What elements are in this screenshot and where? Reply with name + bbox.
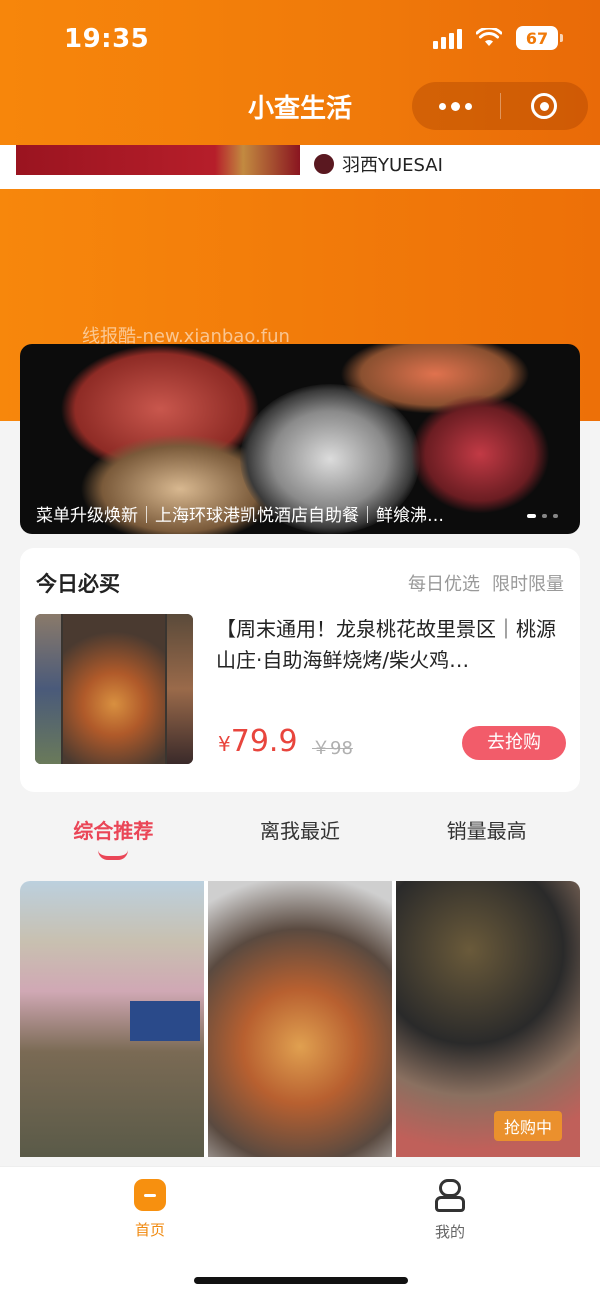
currency-symbol: ¥ <box>218 732 231 756</box>
grab-deal-button[interactable]: 去抢购 <box>462 726 566 760</box>
deal-thumbnail-part <box>167 614 193 764</box>
battery-indicator: 67 <box>516 26 563 50</box>
on-sale-badge: 抢购中 <box>493 1111 562 1141</box>
banner-caption: 菜单升级焕新｜上海环球港凯悦酒店自助餐｜鲜飨沸… <box>36 506 444 526</box>
tab-label: 销量最高 <box>446 819 527 843</box>
product-card-images[interactable]: 抢购中 <box>20 881 580 1157</box>
active-tab-indicator <box>98 850 129 860</box>
product-image-wok: 抢购中 <box>396 881 580 1157</box>
banner-image-part <box>410 394 550 514</box>
tabbar-me[interactable]: 我的 <box>390 1179 510 1242</box>
tab-label: 离我最近 <box>260 819 340 843</box>
deal-thumbnail-part <box>63 614 165 764</box>
sort-tabs: 综合推荐 离我最近 销量最高 <box>20 812 580 862</box>
product-image-garden <box>20 881 204 1157</box>
wifi-icon <box>476 28 502 46</box>
section-title: 今日必买 <box>36 572 120 596</box>
miniprogram-capsule <box>412 82 588 130</box>
today-must-buy-card[interactable]: 今日必买 每日优选 限时限量 【周末通用！龙泉桃花故里景区｜桃源山庄·自助海鲜烧… <box>20 548 580 792</box>
top-header: 19:35 67 小查生活 <box>0 0 600 145</box>
shop-name: 羽西YUESAI <box>342 155 443 176</box>
user-icon <box>434 1179 466 1213</box>
cellular-signal-icon <box>433 27 462 49</box>
carousel-dots <box>527 514 558 518</box>
original-price: ￥98 <box>312 738 353 759</box>
deal-title: 【周末通用！龙泉桃花故里景区｜桃源山庄·自助海鲜烧烤/柴火鸡… <box>216 617 556 672</box>
scrolled-product-strip: 羽西YUESAI <box>0 145 600 189</box>
product-image-part <box>130 1001 200 1041</box>
tabbar-home-label: 首页 <box>134 1221 165 1239</box>
home-indicator[interactable] <box>194 1277 408 1284</box>
price-value: 79.9 <box>230 724 298 759</box>
status-icons: 67 <box>433 26 563 50</box>
tag-limited: 限时限量 <box>492 574 564 595</box>
tabbar-home[interactable]: 首页 <box>90 1179 210 1240</box>
tab-recommended[interactable]: 综合推荐 <box>20 812 207 862</box>
tabbar-me-label: 我的 <box>434 1223 465 1241</box>
deal-price: ¥79.9 <box>218 724 298 759</box>
deal-thumbnail-part <box>35 614 61 764</box>
tab-label: 综合推荐 <box>73 819 154 843</box>
home-icon <box>134 1179 166 1211</box>
tab-nearest[interactable]: 离我最近 <box>207 812 394 862</box>
product-image-partial <box>16 145 300 175</box>
status-time: 19:35 <box>64 24 150 54</box>
product-image-bbq <box>208 881 392 1157</box>
tag-daily-pick: 每日优选 <box>408 574 480 595</box>
close-miniprogram-icon[interactable] <box>501 93 589 119</box>
promo-banner[interactable]: 菜单升级焕新｜上海环球港凯悦酒店自助餐｜鲜飨沸… <box>20 344 580 534</box>
shop-avatar <box>312 152 336 176</box>
tab-best-selling[interactable]: 销量最高 <box>393 812 580 862</box>
deal-thumbnail <box>35 614 193 764</box>
more-menu-icon[interactable] <box>412 101 500 111</box>
section-tags: 每日优选 限时限量 <box>408 570 564 596</box>
